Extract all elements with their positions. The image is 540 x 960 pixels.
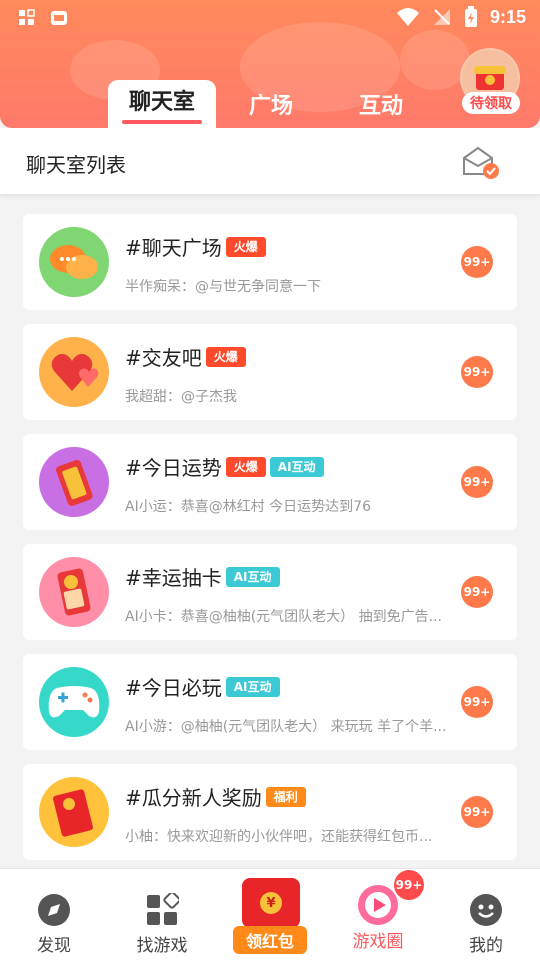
chatroom-list: #聊天广场 火爆 半作痴呆：@与世无争同意一下 99+ #交友吧 火爆 我超甜：… (23, 214, 517, 874)
tag-hot: 火爆 (205, 346, 246, 367)
room-name: #交友吧 (125, 346, 202, 370)
grid-app-icon (19, 9, 35, 25)
unread-badge: 99+ (461, 246, 493, 278)
unread-badge: 99+ (461, 356, 493, 388)
unread-badge: 99+ (461, 686, 493, 718)
tab-label: 广场 (248, 94, 293, 119)
list-item[interactable]: #聊天广场 火爆 半作痴呆：@与世无争同意一下 99+ (23, 214, 517, 310)
nav-unread-badge: 99+ (394, 870, 424, 900)
nav-find-games[interactable]: 找游戏 (108, 869, 216, 960)
blocks-icon (147, 893, 179, 925)
tab-label: 互动 (358, 94, 403, 119)
mail-read-icon[interactable] (460, 144, 500, 180)
tab-chatroom[interactable]: 聊天室 (108, 80, 216, 128)
tag-ai: AI互动 (225, 676, 280, 697)
lucky-card-icon (39, 557, 109, 627)
face-icon (470, 894, 502, 926)
unread-badge: 99+ (461, 576, 493, 608)
status-bar: 9:15 (0, 0, 540, 36)
play-circle-icon (358, 885, 398, 925)
hearts-icon (39, 337, 109, 407)
battery-charging-icon (464, 6, 477, 27)
tag-hot: 火爆 (225, 456, 266, 477)
tag-ai: AI互动 (225, 566, 280, 587)
list-item[interactable]: #今日运势 火爆 AI互动 AI小运：恭喜@林红村 今日运势达到76 99+ (23, 434, 517, 530)
nav-red-packet[interactable]: ¥ 领红包 (230, 874, 310, 958)
last-message: AI小运：恭喜@林红村 今日运势达到76 (125, 499, 371, 515)
tag-ai: AI互动 (269, 456, 324, 477)
unread-badge: 99+ (461, 796, 493, 828)
tag-welfare: 福利 (265, 786, 306, 807)
gamepad-icon (39, 667, 109, 737)
room-name: #今日必玩 (125, 676, 222, 700)
reward-button[interactable]: 待领取 (460, 48, 520, 118)
red-envelope-icon (39, 777, 109, 847)
top-tabs: 聊天室 广场 互动 (108, 80, 436, 128)
nav-label: 找游戏 (136, 936, 188, 956)
status-time: 9:15 (489, 6, 526, 27)
nav-discover[interactable]: 发现 (0, 869, 108, 960)
wifi-icon (396, 8, 419, 26)
compass-icon (38, 894, 70, 926)
room-name: #聊天广场 (125, 236, 222, 260)
active-tab-indicator (122, 120, 202, 124)
last-message: 半作痴呆：@与世无争同意一下 (125, 279, 321, 295)
header: 9:15 聊天室 广场 互动 待领取 (0, 0, 540, 128)
room-name: #今日运势 (125, 456, 222, 480)
fortune-tag-icon (39, 447, 109, 517)
nav-label: 发现 (37, 936, 71, 956)
nav-label: 游戏圈 (352, 932, 404, 952)
coin-icon: ¥ (260, 892, 282, 914)
tab-interaction[interactable]: 互动 (326, 80, 436, 128)
tab-square[interactable]: 广场 (216, 80, 326, 128)
list-item[interactable]: #瓜分新人奖励 福利 小柚：快来欢迎新的小伙伴吧，还能获得红包币... 99+ (23, 764, 517, 860)
nav-profile[interactable]: 我的 (432, 869, 540, 960)
nav-label: 领红包 (233, 926, 307, 954)
section-bar: 聊天室列表 (0, 128, 540, 194)
app-notification-icon (51, 11, 67, 25)
list-item[interactable]: #今日必玩 AI互动 AI小游：@柚柚(元气团队老大） 来玩玩 羊了个羊... … (23, 654, 517, 750)
no-signal-icon (433, 9, 450, 25)
chat-bubbles-icon (39, 227, 109, 297)
unread-badge: 99+ (461, 466, 493, 498)
list-item[interactable]: #幸运抽卡 AI互动 AI小卡：恭喜@柚柚(元气团队老大） 抽到免广告... 9… (23, 544, 517, 640)
last-message: 我超甜：@子杰我 (125, 389, 237, 405)
nav-label: 我的 (469, 936, 503, 956)
reward-label: 待领取 (462, 92, 520, 114)
room-name: #瓜分新人奖励 (125, 786, 262, 810)
last-message: AI小卡：恭喜@柚柚(元气团队老大） 抽到免广告... (125, 609, 442, 625)
tab-label: 聊天室 (128, 90, 195, 115)
section-title: 聊天室列表 (26, 153, 126, 177)
list-item[interactable]: #交友吧 火爆 我超甜：@子杰我 99+ (23, 324, 517, 420)
room-name: #幸运抽卡 (125, 566, 222, 590)
last-message: 小柚：快来欢迎新的小伙伴吧，还能获得红包币... (125, 829, 433, 845)
tag-hot: 火爆 (225, 236, 266, 257)
last-message: AI小游：@柚柚(元气团队老大） 来玩玩 羊了个羊... (125, 719, 447, 735)
